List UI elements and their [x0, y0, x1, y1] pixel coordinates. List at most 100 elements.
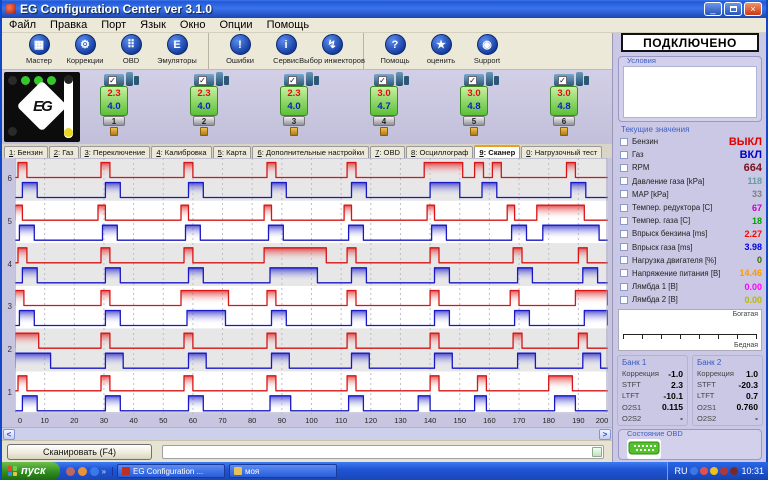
toolbar-button-wizard[interactable]: ▦Мастер [16, 34, 62, 69]
help-icon: ? [385, 34, 406, 55]
bank-row: STFT-20.3 [693, 379, 762, 390]
bank-row: O2S2- [693, 413, 762, 424]
menu-item[interactable]: Опции [212, 19, 259, 31]
task-window-title: EG Configuration ... [133, 467, 203, 476]
injector-6[interactable]: ✓3.04.86 [548, 74, 592, 142]
injector-1[interactable]: ✓2.34.01 [98, 74, 142, 142]
toolbar-button-errors[interactable]: !Ошибки [217, 34, 263, 69]
value-checkbox[interactable] [620, 283, 628, 291]
quick-launch-icon[interactable] [66, 467, 75, 476]
injector-connector [126, 72, 133, 86]
injector-gas-value: 4.7 [371, 101, 397, 113]
injector-3[interactable]: ✓2.34.03 [278, 74, 322, 142]
quick-launch-icon[interactable] [78, 467, 87, 476]
value-checkbox[interactable] [620, 256, 628, 264]
task-buttons: EG Configuration ... моя [113, 464, 337, 478]
value-checkbox[interactable] [620, 177, 628, 185]
tab-2[interactable]: 2: Газ [49, 146, 79, 158]
bottom-controls: Сканировать (F4) [2, 440, 612, 462]
tab-9[interactable]: 9: Сканер [474, 145, 520, 158]
bank-value: -20.3 [738, 380, 758, 390]
chevron-icon[interactable]: » [102, 467, 106, 476]
menu-item[interactable]: Файл [2, 19, 43, 31]
restore-button[interactable] [724, 2, 742, 16]
task-window-button[interactable]: EG Configuration ... [117, 464, 225, 478]
toolbar-button-gear[interactable]: ⚙Коррекции [62, 34, 108, 69]
bank-value: - [755, 413, 758, 423]
injector-number: 3 [283, 116, 305, 126]
value-number: ВКЛ [740, 149, 764, 161]
toolbar-button-support[interactable]: ◉Support [464, 34, 510, 69]
value-checkbox[interactable] [620, 269, 628, 277]
injector-checkbox[interactable]: ✓ [558, 76, 567, 85]
tray-icons [690, 467, 738, 475]
app-window: EG Configuration Center ver 3.1.0 _ × Фа… [0, 0, 768, 480]
value-checkbox[interactable] [620, 243, 628, 251]
value-checkbox[interactable] [620, 204, 628, 212]
value-checkbox[interactable] [620, 190, 628, 198]
menu-item[interactable]: Правка [43, 19, 94, 31]
quick-launch-icon[interactable] [90, 467, 99, 476]
x-tick-label: 50 [159, 416, 167, 425]
injector-checkbox[interactable]: ✓ [108, 76, 117, 85]
combo-dropdown-button[interactable] [592, 447, 602, 457]
tray-icon[interactable] [730, 467, 738, 475]
task-window-button[interactable]: моя [229, 464, 337, 478]
scanner-plot: 654321 010203040506070809010011012013014… [2, 158, 612, 427]
minimize-button[interactable]: _ [704, 2, 722, 16]
tray-icon[interactable] [710, 467, 718, 475]
language-indicator[interactable]: RU [674, 466, 687, 476]
toolbar-button-help[interactable]: ?Помощь [372, 34, 418, 69]
close-button[interactable]: × [744, 2, 762, 16]
tray-icon[interactable] [700, 467, 708, 475]
injector-body: 3.04.8 [460, 86, 488, 116]
tab-8[interactable]: 8: Осциллограф [406, 146, 473, 158]
toolbar-button-label: Support [474, 56, 500, 65]
tray-icon[interactable] [690, 467, 698, 475]
injector-checkbox[interactable]: ✓ [198, 76, 207, 85]
injector-5[interactable]: ✓3.04.85 [458, 74, 502, 142]
value-checkbox[interactable] [620, 164, 628, 172]
injector-4[interactable]: ✓3.04.74 [368, 74, 412, 142]
scan-result-combobox[interactable] [162, 445, 604, 459]
menu-item[interactable]: Окно [173, 19, 213, 31]
value-checkbox[interactable] [620, 296, 628, 304]
value-checkbox[interactable] [620, 230, 628, 238]
injector-connector [494, 76, 499, 85]
injector-checkbox[interactable]: ✓ [288, 76, 297, 85]
value-checkbox[interactable] [620, 151, 628, 159]
toolbar-button-injector-select[interactable]: ↯Выбор инжекторов [309, 34, 355, 69]
logo-eg-text: EG [24, 98, 60, 115]
injector-2[interactable]: ✓2.34.02 [188, 74, 232, 142]
toolbar-button-emulators[interactable]: EЭмуляторы [154, 34, 200, 69]
toolbar-button-obd[interactable]: ⠿OBD [108, 34, 154, 69]
menu-item[interactable]: Порт [94, 19, 133, 31]
toolbar-button-label: Сервис [273, 56, 299, 65]
value-label: Темпер. газа [C] [632, 216, 690, 225]
injector-checkbox[interactable]: ✓ [378, 76, 387, 85]
scan-button[interactable]: Сканировать (F4) [7, 444, 152, 460]
injector-checkbox[interactable]: ✓ [468, 76, 477, 85]
scroll-left-arrow-icon[interactable]: < [3, 429, 15, 440]
toolbar-button-rate[interactable]: ★оценить [418, 34, 464, 69]
menu-item[interactable]: Помощь [260, 19, 317, 31]
tab-3[interactable]: 3: Переключение [80, 146, 151, 158]
start-button[interactable]: пуск [2, 462, 60, 480]
tray-icon[interactable] [720, 467, 728, 475]
tab-10[interactable]: 0: Нагрузочный тест [521, 146, 602, 158]
tab-7[interactable]: 7: OBD [370, 146, 405, 158]
tab-4[interactable]: 4: Калибровка [151, 146, 211, 158]
waveform-canvas[interactable] [15, 158, 608, 414]
scroll-right-arrow-icon[interactable]: > [599, 429, 611, 440]
value-row: RPM664 [618, 161, 764, 174]
tab-6[interactable]: 6: Дополнительные настройки [252, 146, 369, 158]
injector-body: 2.34.0 [280, 86, 308, 116]
injector-number: 5 [463, 116, 485, 126]
horizontal-scrollbar[interactable]: < > [2, 427, 612, 440]
value-row: Давление газа [kPa]118 [618, 175, 764, 188]
value-checkbox[interactable] [620, 217, 628, 225]
tab-1[interactable]: 1: Бензин [4, 146, 48, 158]
menu-item[interactable]: Язык [133, 19, 173, 31]
tab-5[interactable]: 5: Карта [213, 146, 252, 158]
value-checkbox[interactable] [620, 138, 628, 146]
